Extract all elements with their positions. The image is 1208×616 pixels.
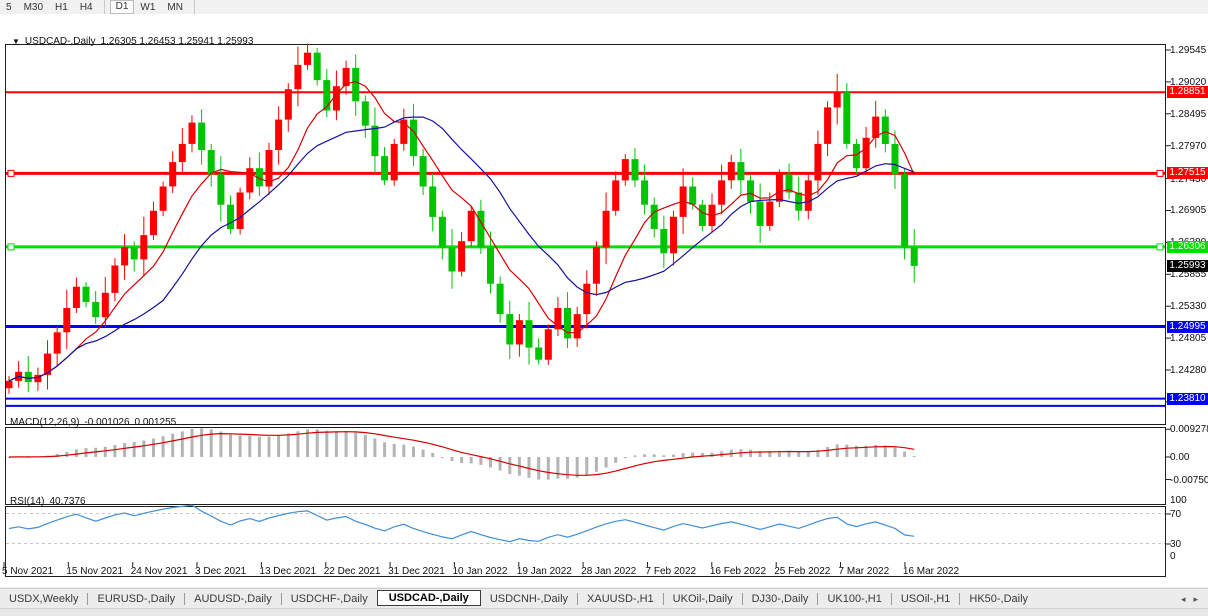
- time-axis-label: 16 Mar 2022: [902, 566, 960, 577]
- time-axis-label: 31 Dec 2021: [388, 566, 445, 577]
- rsi-indicator-name: RSI(14): [10, 496, 45, 507]
- symbol-tab-audusd[interactable]: AUDUSD-,Daily: [185, 592, 281, 606]
- time-axis-label: 3 Dec 2021: [195, 566, 247, 577]
- symbol-tab-usdx[interactable]: USDX,Weekly: [0, 592, 87, 606]
- hline-price-badge: 1.27515: [1167, 167, 1208, 180]
- time-axis-label: 28 Jan 2022: [581, 566, 637, 577]
- current-price-badge: 1.25993: [1167, 259, 1208, 272]
- symbol-tab-usdcad[interactable]: USDCAD-,Daily: [376, 590, 481, 606]
- tab-scroll-left-icon[interactable]: ◂: [1177, 594, 1190, 605]
- chart-window: [0, 14, 1208, 587]
- timeframe-button-m30[interactable]: M30: [18, 1, 49, 14]
- chart-title: ▼ USDCAD-,Daily 1.26305 1.26453 1.25941 1.…: [12, 36, 253, 47]
- macd-axis-tick: -0.00750: [1170, 474, 1208, 486]
- symbol-tab-uk100[interactable]: UK100-,H1: [818, 592, 890, 606]
- time-axis-label: 10 Jan 2022: [452, 566, 508, 577]
- symbol-tabs: USDX,Weekly EURUSD-,Daily AUDUSD-,Daily USD…: [0, 590, 1037, 606]
- toolbar-separator: [193, 0, 195, 14]
- time-axis-label: 25 Feb 2022: [774, 566, 831, 577]
- timeframe-button-d1[interactable]: D1: [109, 0, 135, 14]
- symbol-tab-dj30[interactable]: DJ30-,Daily: [743, 592, 818, 606]
- rsi-axis-tick: 30: [1170, 539, 1182, 550]
- rsi-axis-tick: 0: [1170, 551, 1176, 562]
- time-axis-label: 5 Nov 2021: [2, 566, 54, 577]
- time-axis-label: 24 Nov 2021: [130, 566, 188, 577]
- symbol-dropdown-icon[interactable]: ▼: [12, 37, 20, 46]
- symbol-timeframe-label: USDCAD-,Daily: [24, 36, 96, 47]
- macd-label: MACD(12,26,9) -0.001026 0.001255: [10, 417, 176, 428]
- symbol-tabbar: USDX,Weekly EURUSD-,Daily AUDUSD-,Daily USD…: [0, 588, 1208, 609]
- symbol-tab-usdchf[interactable]: USDCHF-,Daily: [282, 592, 377, 606]
- timeframe-button-5[interactable]: 5: [0, 1, 18, 14]
- hline-price-badge: 1.23810: [1167, 392, 1208, 405]
- symbol-tab-usdcnh[interactable]: USDCNH-,Daily: [481, 592, 577, 606]
- price-axis-tick: 1.25330: [1170, 301, 1207, 313]
- price-axis-tick: 1.27970: [1170, 140, 1207, 152]
- timeframe-toolbar: 5 M30 H1 H4 D1 W1 MN: [0, 0, 1208, 15]
- timeframe-button-mn[interactable]: MN: [161, 1, 189, 14]
- timeframe-button-h4[interactable]: H4: [74, 1, 99, 14]
- symbol-tab-xauusd[interactable]: XAUUSD-,H1: [578, 592, 663, 606]
- price-axis-tick: 1.28495: [1170, 108, 1207, 120]
- symbol-tab-eurusd[interactable]: EURUSD-,Daily: [88, 592, 184, 606]
- hline-price-badge: 1.26306: [1167, 240, 1208, 253]
- macd-axis-tick: 0.009278: [1170, 424, 1208, 436]
- macd-indicator-name: MACD(12,26,9): [10, 417, 80, 428]
- symbol-tab-ukoil[interactable]: UKOil-,Daily: [664, 592, 742, 606]
- rsi-axis-tick: 70: [1170, 509, 1182, 520]
- price-axis-tick: 1.24280: [1170, 365, 1207, 376]
- main-chart-pane[interactable]: [5, 44, 1166, 425]
- timeframe-button-w1[interactable]: W1: [134, 1, 161, 14]
- rsi-label: RSI(14) 40.7376: [10, 496, 86, 507]
- rsi-value: 40.7376: [49, 496, 86, 507]
- macd-signal-value: 0.001255: [134, 417, 177, 428]
- symbol-tab-hk50[interactable]: HK50-,Daily: [960, 592, 1037, 606]
- ohlc-values: 1.26305 1.26453 1.25941 1.25993: [100, 36, 254, 47]
- time-axis-label: 7 Mar 2022: [838, 566, 890, 577]
- time-axis-label: 15 Nov 2021: [66, 566, 124, 577]
- toolbar-separator: [103, 0, 105, 14]
- hline-price-badge: 1.24995: [1167, 320, 1208, 333]
- macd-axis-tick: 0.00: [1170, 452, 1190, 463]
- price-axis-tick: 1.26905: [1170, 205, 1207, 217]
- time-axis-label: 13 Dec 2021: [259, 566, 317, 577]
- macd-main-value: -0.001026: [84, 417, 130, 428]
- price-axis-tick: 1.24805: [1170, 333, 1207, 345]
- tab-navigation: ◂ ▸: [1177, 594, 1208, 605]
- symbol-tab-usoil[interactable]: USOil-,H1: [892, 592, 960, 606]
- timeframe-button-h1[interactable]: H1: [49, 1, 74, 14]
- time-axis-label: 22 Dec 2021: [323, 566, 381, 577]
- hline-price-badge: 1.28851: [1167, 86, 1208, 99]
- time-axis-label: 19 Jan 2022: [516, 566, 572, 577]
- tab-scroll-right-icon[interactable]: ▸: [1189, 594, 1202, 605]
- rsi-axis-tick: 100: [1170, 495, 1187, 506]
- time-axis-label: 7 Feb 2022: [645, 566, 697, 577]
- time-axis-label: 16 Feb 2022: [709, 566, 767, 577]
- price-axis-tick: 1.29545: [1170, 45, 1207, 56]
- trading-app-window: 5 M30 H1 H4 D1 W1 MN ▼ USDCAD-,Daily 1.26305 1.2…: [0, 0, 1208, 616]
- macd-pane[interactable]: [5, 427, 1166, 505]
